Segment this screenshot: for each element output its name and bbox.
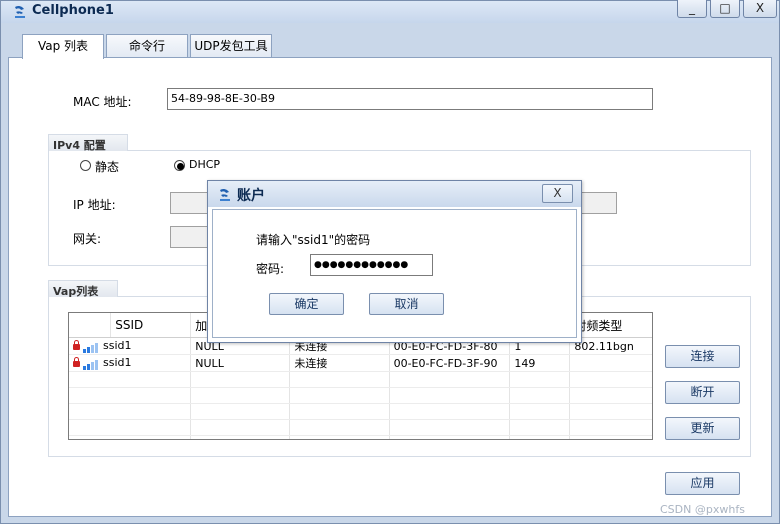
dialog-title: 账户 (237, 188, 265, 204)
mac-label: MAC 地址: (73, 95, 132, 109)
refresh-button[interactable]: 更新 (665, 417, 740, 440)
signal-bars-icon (83, 357, 99, 370)
minimize-button[interactable]: _ (677, 0, 707, 18)
radio-type-cell (569, 354, 652, 372)
table-row (69, 435, 652, 439)
table-row (69, 371, 652, 388)
account-dialog: 账户 X 请输入"ssid1"的密码 密码: ●●●●●●●●●●●● 确定 取… (207, 180, 582, 343)
table-row (69, 403, 652, 420)
title-bar[interactable] (1, 1, 779, 23)
column-header[interactable]: SSID (110, 313, 192, 338)
static-radio-label: 静态 (95, 160, 120, 174)
lock-icon (73, 357, 80, 368)
channel-cell: 149 (509, 354, 571, 372)
password-label: 密码: (256, 262, 285, 276)
gateway-label: 网关: (73, 232, 102, 246)
app-logo-icon (12, 4, 28, 20)
table-row (69, 419, 652, 436)
dialog-logo-icon (217, 187, 233, 203)
tab-vap-list[interactable]: Vap 列表 (22, 34, 104, 59)
table-row (69, 387, 652, 404)
dhcp-radio-label: DHCP (189, 158, 221, 171)
ipv4-group-title: IPv4 配置 (48, 134, 128, 152)
password-field[interactable]: ●●●●●●●●●●●● (310, 254, 433, 276)
maximize-button[interactable]: □ (710, 0, 740, 18)
static-radio[interactable] (80, 160, 91, 171)
mac-cell: 00-E0-FC-FD-3F-90 (389, 354, 511, 372)
dhcp-radio[interactable] (174, 160, 185, 171)
ok-button[interactable]: 确定 (269, 293, 344, 315)
tab-udp-tool[interactable]: UDP发包工具 (190, 34, 272, 58)
lock-icon (73, 340, 80, 351)
cancel-button[interactable]: 取消 (369, 293, 444, 315)
encryption-cell: NULL (190, 354, 291, 372)
signal-bars-icon (83, 340, 99, 353)
dialog-close-button[interactable]: X (542, 184, 573, 203)
column-header[interactable]: 射频类型 (569, 313, 652, 338)
ip-address-label: IP 地址: (73, 198, 116, 212)
apply-button[interactable]: 应用 (665, 472, 740, 495)
watermark: CSDN @pxwhfs (660, 503, 745, 516)
vap-group-title: Vap列表 (48, 280, 118, 298)
radio-type-cell: 802.11bgn (569, 337, 652, 355)
mac-address-field[interactable]: 54-89-98-8E-30-B9 (167, 88, 653, 110)
close-button[interactable]: X (743, 0, 777, 18)
window-title: Cellphone1 (32, 3, 114, 18)
table-row[interactable]: ssid1 NULL 未连接 00-E0-FC-FD-3F-90 149 (69, 354, 652, 372)
status-cell: 未连接 (289, 354, 390, 372)
connect-button[interactable]: 连接 (665, 345, 740, 368)
disconnect-button[interactable]: 断开 (665, 381, 740, 404)
ssid-cell: ssid1 (103, 339, 132, 353)
ssid-cell: ssid1 (103, 356, 132, 370)
password-prompt: 请输入"ssid1"的密码 (256, 233, 371, 247)
tab-command-line[interactable]: 命令行 (106, 34, 188, 58)
